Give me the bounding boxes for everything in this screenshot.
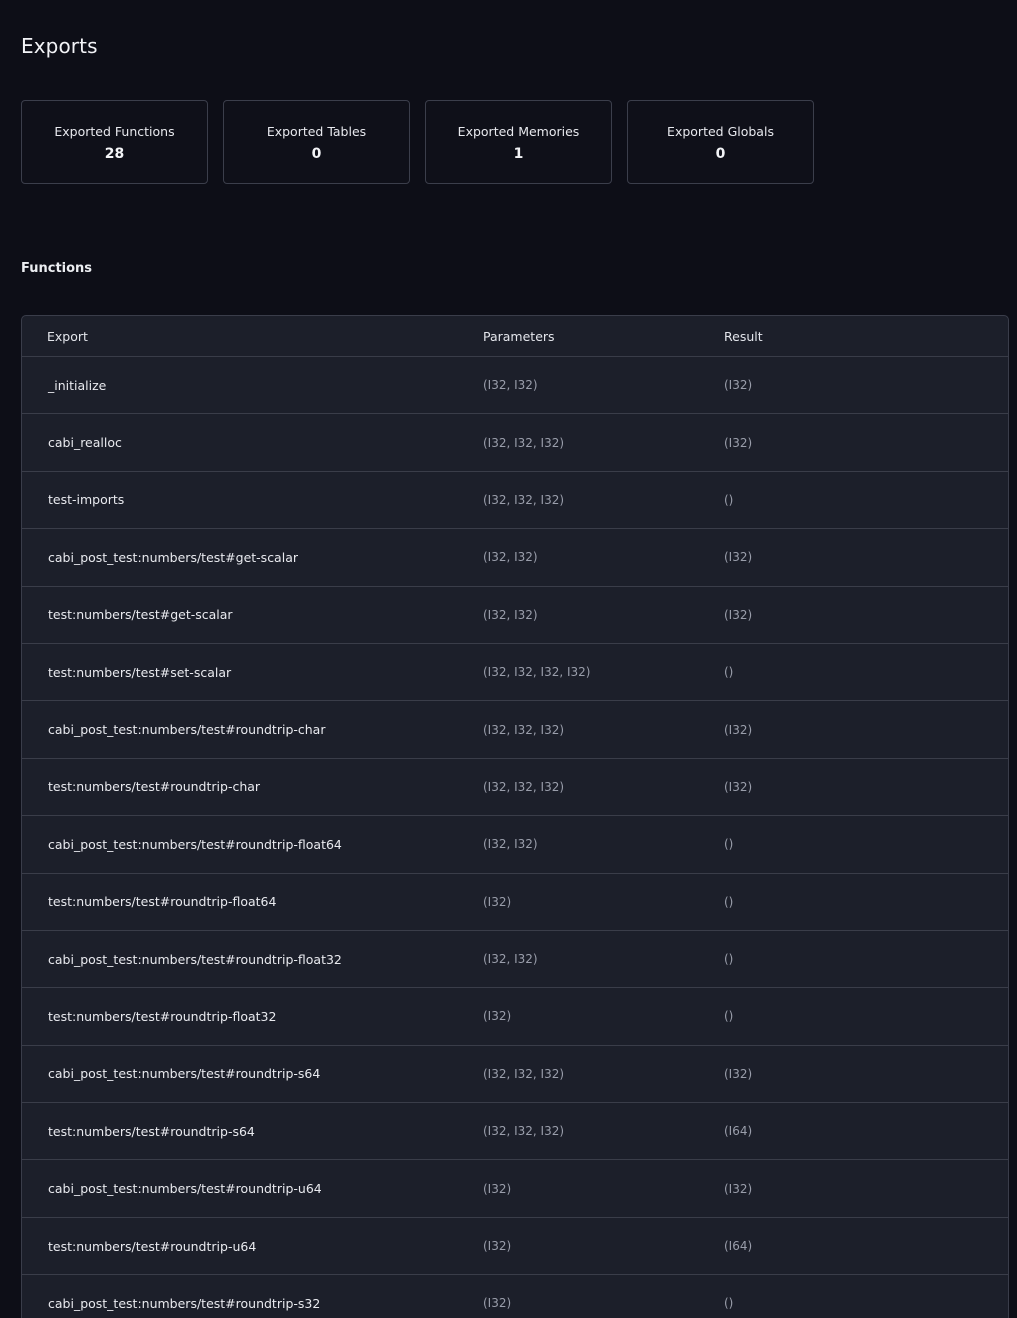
table-row[interactable]: test:numbers/test#roundtrip-u64 (I32) (I64… xyxy=(22,1218,1008,1276)
page-title: Exports xyxy=(21,34,98,58)
stat-label: Exported Functions xyxy=(54,124,175,139)
export-name: test-imports xyxy=(48,492,125,508)
table-row[interactable]: cabi_realloc (I32, I32, I32) (I32) xyxy=(22,414,1008,472)
stat-label: Exported Tables xyxy=(266,124,367,139)
parameters-cell: (I32, I32, I32) xyxy=(483,722,565,737)
table-row[interactable]: test:numbers/test#roundtrip-float32 (I32)… xyxy=(22,988,1008,1046)
parameters-cell: (I32) xyxy=(483,1009,512,1024)
stat-card-tables: Exported Tables 0 xyxy=(223,100,410,184)
result-cell: () xyxy=(724,1296,734,1311)
export-name: _initialize xyxy=(48,377,107,393)
table-header: Export Parameters Result xyxy=(22,316,1008,357)
parameters-cell: (I32) xyxy=(483,1239,512,1254)
parameters-cell: (I32) xyxy=(483,894,512,909)
result-cell: (I32) xyxy=(724,550,753,565)
stat-card-memories: Exported Memories 1 xyxy=(425,100,612,184)
result-cell: (I32) xyxy=(724,779,753,794)
export-name: cabi_post_test:numbers/test#roundtrip-s3… xyxy=(48,1295,321,1311)
table-row[interactable]: cabi_post_test:numbers/test#roundtrip-s3… xyxy=(22,1275,1008,1318)
stat-value: 0 xyxy=(311,146,322,162)
stat-value: 28 xyxy=(104,146,125,162)
column-header-export[interactable]: Export xyxy=(22,329,483,344)
export-name: test:numbers/test#roundtrip-char xyxy=(48,779,261,795)
export-name: cabi_post_test:numbers/test#roundtrip-s6… xyxy=(48,1066,321,1082)
export-name: test:numbers/test#roundtrip-float32 xyxy=(48,1008,277,1024)
table-row[interactable]: test:numbers/test#get-scalar (I32, I32) (I… xyxy=(22,587,1008,644)
parameters-cell: (I32, I32, I32) xyxy=(483,492,565,507)
export-stats: Exported Functions 28 Exported Tables 0 … xyxy=(21,100,814,184)
export-name: test:numbers/test#get-scalar xyxy=(48,607,233,623)
parameters-cell: (I32, I32) xyxy=(483,378,538,393)
stat-card-functions: Exported Functions 28 xyxy=(21,100,208,184)
table-row[interactable]: _initialize (I32, I32) (I32) xyxy=(22,357,1008,415)
result-cell: () xyxy=(724,894,734,909)
table-row[interactable]: cabi_post_test:numbers/test#roundtrip-s6… xyxy=(22,1046,1008,1104)
stat-value: 0 xyxy=(715,146,726,162)
parameters-cell: (I32) xyxy=(483,1296,512,1311)
result-cell: () xyxy=(724,665,734,680)
result-cell: () xyxy=(724,837,734,852)
result-cell: () xyxy=(724,1009,734,1024)
parameters-cell: (I32, I32, I32) xyxy=(483,1066,565,1081)
stat-label: Exported Globals xyxy=(667,124,774,139)
parameters-cell: (I32, I32) xyxy=(483,837,538,852)
table-row[interactable]: test:numbers/test#roundtrip-char (I32, I3… xyxy=(22,759,1008,817)
export-name: cabi_post_test:numbers/test#roundtrip-u6… xyxy=(48,1181,322,1197)
parameters-cell: (I32, I32, I32) xyxy=(483,435,565,450)
export-name: cabi_post_test:numbers/test#roundtrip-fl… xyxy=(48,951,342,967)
export-name: cabi_post_test:numbers/test#roundtrip-fl… xyxy=(48,836,342,852)
export-name: cabi_realloc xyxy=(48,435,122,451)
table-row[interactable]: cabi_post_test:numbers/test#roundtrip-fl… xyxy=(22,931,1008,989)
parameters-cell: (I32, I32, I32, I32) xyxy=(483,665,591,680)
exports-page: Exports Exported Functions 28 Exported T… xyxy=(0,0,1017,1318)
export-name: test:numbers/test#set-scalar xyxy=(48,664,232,680)
result-cell: (I32) xyxy=(724,1066,753,1081)
parameters-cell: (I32, I32) xyxy=(483,607,538,622)
result-cell: (I32) xyxy=(724,435,753,450)
table-body: _initialize (I32, I32) (I32) cabi_realloc (I… xyxy=(22,357,1008,1318)
column-header-parameters[interactable]: Parameters xyxy=(483,329,724,344)
result-cell: (I64) xyxy=(724,1239,753,1254)
stat-card-globals: Exported Globals 0 xyxy=(627,100,814,184)
table-row[interactable]: test:numbers/test#roundtrip-s64 (I32, I32… xyxy=(22,1103,1008,1161)
table-row[interactable]: test:numbers/test#roundtrip-float64 (I32)… xyxy=(22,874,1008,931)
export-name: cabi_post_test:numbers/test#get-scalar xyxy=(48,549,298,565)
result-cell: () xyxy=(724,492,734,507)
export-name: test:numbers/test#roundtrip-u64 xyxy=(48,1238,257,1254)
functions-section-title: Functions xyxy=(21,261,93,276)
result-cell: (I32) xyxy=(724,378,753,393)
export-name: cabi_post_test:numbers/test#roundtrip-ch… xyxy=(48,722,326,738)
table-row[interactable]: cabi_post_test:numbers/test#get-scalar (I… xyxy=(22,529,1008,587)
parameters-cell: (I32, I32) xyxy=(483,952,538,967)
result-cell: (I32) xyxy=(724,1181,753,1196)
table-row[interactable]: test:numbers/test#set-scalar (I32, I32, I… xyxy=(22,644,1008,702)
table-row[interactable]: test-imports (I32, I32, I32) () xyxy=(22,472,1008,530)
parameters-cell: (I32) xyxy=(483,1181,512,1196)
parameters-cell: (I32, I32, I32) xyxy=(483,779,565,794)
functions-table: Export Parameters Result _initialize (I32… xyxy=(21,315,1009,1318)
stat-value: 1 xyxy=(513,146,524,162)
table-row[interactable]: cabi_post_test:numbers/test#roundtrip-ch… xyxy=(22,701,1008,759)
column-header-result[interactable]: Result xyxy=(724,329,1008,344)
result-cell: (I32) xyxy=(724,722,753,737)
result-cell: (I64) xyxy=(724,1124,753,1139)
table-row[interactable]: cabi_post_test:numbers/test#roundtrip-u6… xyxy=(22,1160,1008,1218)
parameters-cell: (I32, I32, I32) xyxy=(483,1124,565,1139)
stat-label: Exported Memories xyxy=(457,124,580,139)
result-cell: () xyxy=(724,952,734,967)
parameters-cell: (I32, I32) xyxy=(483,550,538,565)
result-cell: (I32) xyxy=(724,607,753,622)
table-row[interactable]: cabi_post_test:numbers/test#roundtrip-fl… xyxy=(22,816,1008,874)
export-name: test:numbers/test#roundtrip-s64 xyxy=(48,1123,255,1139)
export-name: test:numbers/test#roundtrip-float64 xyxy=(48,894,277,910)
